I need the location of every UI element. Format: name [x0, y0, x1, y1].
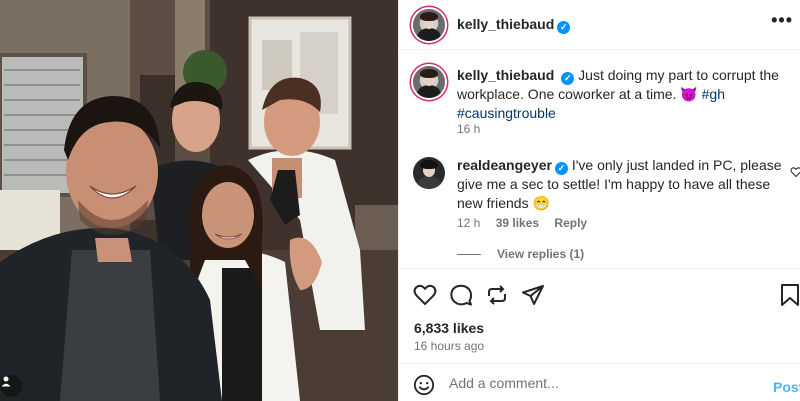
- post-comment-button[interactable]: Post: [773, 379, 800, 395]
- emoji-icon[interactable]: [413, 374, 435, 396]
- view-replies-button[interactable]: View replies (1): [457, 247, 584, 261]
- likes-count[interactable]: 6,833 likes: [414, 320, 484, 336]
- author-avatar[interactable]: [413, 9, 445, 41]
- post-actions-bar: [399, 268, 800, 318]
- comment-meta: 12 h 39 likes Reply: [457, 216, 599, 230]
- post-header: kelly_thiebaud ✓ •••: [399, 0, 800, 50]
- replies-divider: [457, 253, 481, 255]
- verified-badge-icon: ✓: [557, 21, 571, 34]
- comment: realdeangeyer ✓ I've only just landed in …: [457, 156, 787, 213]
- hashtag-causingtrouble[interactable]: #causingtrouble: [457, 105, 556, 121]
- add-comment-bar: Post: [399, 363, 800, 401]
- author-username-link[interactable]: kelly_thiebaud ✓: [457, 16, 571, 34]
- share-icon[interactable]: [485, 283, 509, 307]
- hashtag-gh[interactable]: #gh: [702, 86, 725, 102]
- devil-emoji: 😈: [680, 86, 698, 102]
- post-side-panel: kelly_thiebaud ✓ ••• kelly_thiebaud ✓ Just…: [398, 0, 800, 401]
- verified-badge-icon: ✓: [554, 162, 568, 175]
- view-replies-label: View replies (1): [497, 247, 585, 261]
- caption-timestamp[interactable]: 16 h: [457, 122, 480, 136]
- caption-author-avatar[interactable]: [413, 66, 445, 98]
- comment-likes[interactable]: 39 likes: [496, 216, 539, 230]
- photo-scene: [0, 0, 398, 401]
- comment-icon[interactable]: [449, 283, 473, 307]
- comment-username[interactable]: realdeangeyer: [457, 157, 552, 173]
- user-tag-icon: [1, 376, 11, 387]
- post-timestamp[interactable]: 16 hours ago: [414, 339, 484, 353]
- heart-icon[interactable]: [413, 283, 437, 307]
- reply-button[interactable]: Reply: [554, 216, 587, 230]
- author-username[interactable]: kelly_thiebaud: [457, 16, 554, 32]
- send-icon[interactable]: [521, 283, 545, 307]
- comment-input[interactable]: [449, 373, 749, 393]
- post-caption: kelly_thiebaud ✓ Just doing my part to co…: [457, 66, 797, 123]
- comment-like-heart-icon[interactable]: [790, 166, 800, 178]
- bookmark-icon[interactable]: [779, 283, 800, 307]
- more-options-button[interactable]: •••: [771, 10, 793, 31]
- grin-emoji: 😁: [532, 195, 550, 211]
- caption-username[interactable]: kelly_thiebaud: [457, 67, 554, 83]
- comment-timestamp[interactable]: 12 h: [457, 216, 480, 230]
- commenter-avatar[interactable]: [413, 157, 445, 189]
- verified-badge-icon: ✓: [561, 72, 575, 85]
- user-tag-button[interactable]: [0, 375, 22, 397]
- post-photo[interactable]: [0, 0, 398, 401]
